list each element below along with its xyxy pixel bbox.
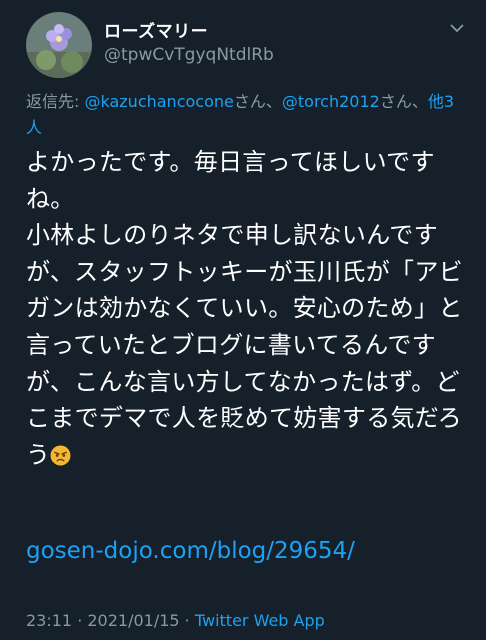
tweet-text: よかったです。毎日言ってほしいですね。 小林よしのりネタで申し訳ないんですが、ス… — [26, 148, 463, 469]
display-name[interactable]: ローズマリー — [104, 17, 208, 42]
tweet-body: よかったです。毎日言ってほしいですね。 小林よしのりネタで申し訳ないんですが、ス… — [26, 144, 476, 473]
reply-suffix: さん、 — [233, 92, 282, 111]
mention-link[interactable]: @torch2012 — [282, 92, 380, 111]
chevron-down-icon[interactable] — [450, 23, 464, 33]
avatar[interactable] — [26, 12, 92, 78]
reply-suffix: さん、 — [379, 92, 428, 111]
meta-separator: · — [179, 611, 195, 630]
meta-separator: · — [72, 611, 88, 630]
mention-link[interactable]: @kazuchancocone — [84, 92, 233, 111]
reply-prefix: 返信先: — [26, 92, 85, 111]
user-handle[interactable]: @tpwCvTgyqNtdlRb — [104, 45, 274, 65]
tweet-time[interactable]: 23:11 — [26, 611, 72, 630]
client-app-link[interactable]: Twitter Web App — [195, 611, 325, 630]
reply-to-line: 返信先: @kazuchancoconeさん、@torch2012さん、他3人 — [26, 89, 466, 141]
tweet-date[interactable]: 2021/01/15 — [87, 611, 179, 630]
angry-face-emoji — [50, 445, 71, 466]
tweet-meta: 23:11 · 2021/01/15 · Twitter Web App — [26, 611, 325, 630]
blog-link[interactable]: gosen-dojo.com/blog/29654/ — [26, 538, 355, 564]
